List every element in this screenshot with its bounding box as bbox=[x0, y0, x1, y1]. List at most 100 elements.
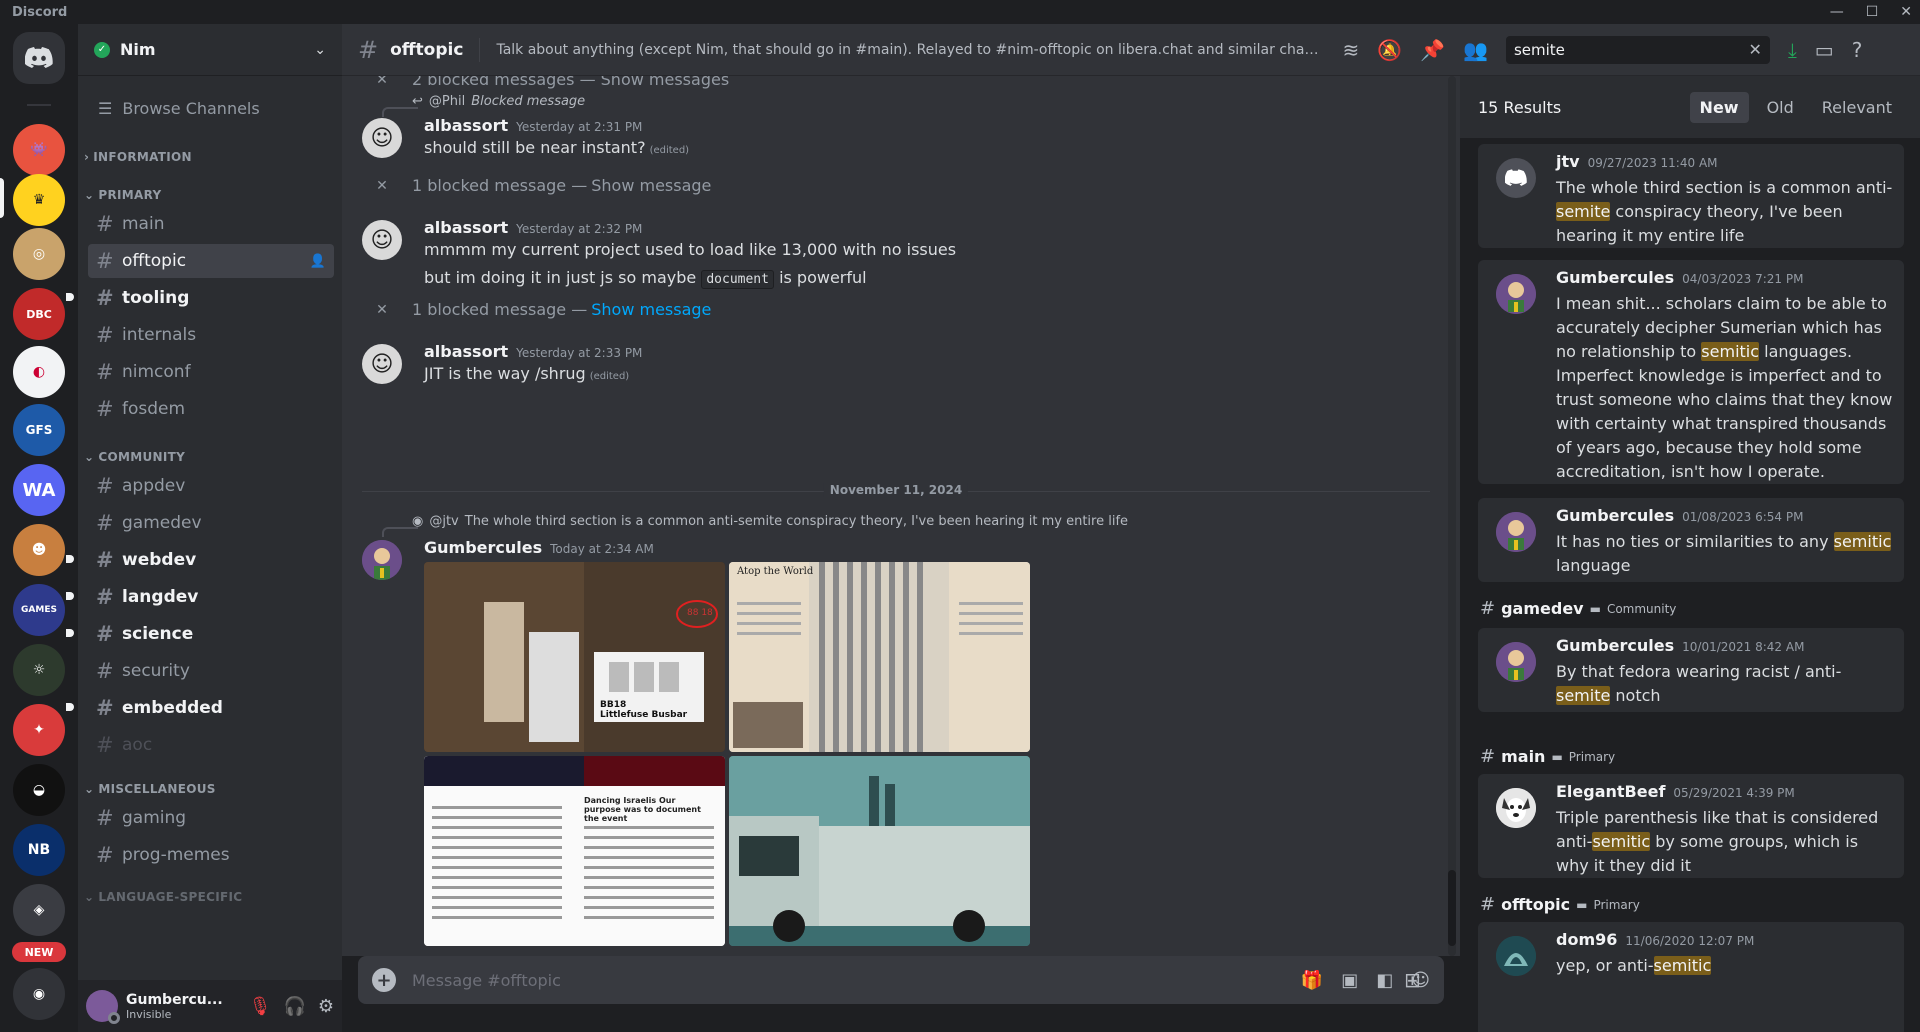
message-input[interactable]: Message #offtopic bbox=[412, 971, 1301, 990]
channel-langdev[interactable]: # langdev bbox=[66, 580, 334, 614]
search-result[interactable]: Gumbercules 01/08/2023 6:54 PM It has no … bbox=[1478, 498, 1904, 582]
blocked-text[interactable]: 2 blocked messages — Show messages bbox=[412, 76, 729, 89]
gif-icon[interactable]: ▣ bbox=[1341, 970, 1358, 991]
chat-scrollbar-thumb[interactable] bbox=[1448, 870, 1456, 946]
show-message-link[interactable]: Show message bbox=[591, 176, 711, 195]
channel-webdev[interactable]: # webdev bbox=[66, 543, 334, 577]
search-result[interactable]: ElegantBeef 05/29/2021 4:39 PM Triple par… bbox=[1478, 774, 1904, 878]
channel-nimconf[interactable]: # nimconf bbox=[88, 355, 334, 389]
sort-relevant-button[interactable]: Relevant bbox=[1812, 92, 1902, 123]
channel-topic[interactable]: Talk about anything (except Nim, that sh… bbox=[496, 42, 1326, 58]
gift-icon[interactable]: 🎁 bbox=[1301, 970, 1323, 991]
server-icon-10[interactable]: ☼ bbox=[13, 644, 65, 696]
avatar[interactable]: ☺ bbox=[362, 220, 402, 260]
browse-channels-button[interactable]: ☰ Browse Channels bbox=[86, 90, 334, 126]
sticker-icon[interactable]: ◧ bbox=[1376, 970, 1393, 991]
channel-main[interactable]: # main bbox=[88, 207, 334, 241]
reply-user[interactable]: @jtv bbox=[429, 514, 458, 529]
server-icon-nim[interactable]: ♛ bbox=[13, 174, 65, 226]
channel-appdev[interactable]: # appdev bbox=[88, 469, 334, 503]
clear-search-icon[interactable]: ✕ bbox=[1749, 40, 1762, 59]
attachment-image-1[interactable]: BB18 Littlefuse Busbar 88 18 bbox=[424, 562, 725, 752]
add-attachment-button[interactable]: + bbox=[372, 968, 396, 992]
search-result[interactable]: jtv 09/27/2023 11:40 AM The whole third s… bbox=[1478, 144, 1904, 248]
search-result[interactable]: Gumbercules 10/01/2021 8:42 AM By that fe… bbox=[1478, 628, 1904, 712]
threads-icon[interactable]: ≋ bbox=[1342, 38, 1359, 62]
avatar[interactable] bbox=[362, 540, 402, 580]
server-icon-14[interactable]: ◈ bbox=[13, 884, 65, 936]
close-icon[interactable]: ✕ bbox=[362, 76, 402, 88]
server-icon-8[interactable]: ☻ bbox=[13, 524, 65, 576]
close-window-button[interactable]: ✕ bbox=[1900, 4, 1912, 20]
show-message-link[interactable]: Show message bbox=[591, 300, 711, 319]
server-icon-3[interactable]: ◎ bbox=[13, 228, 65, 280]
category-information[interactable]: › INFORMATION bbox=[78, 148, 342, 166]
pin-icon[interactable]: 📌 bbox=[1420, 38, 1445, 62]
category-miscellaneous[interactable]: ⌄ MISCELLANEOUS bbox=[78, 780, 342, 798]
server-icon-5[interactable]: ◐ bbox=[13, 346, 65, 398]
help-icon[interactable]: ? bbox=[1852, 38, 1863, 62]
channel-offtopic[interactable]: # offtopic 👤 bbox=[88, 244, 334, 278]
channel-gaming[interactable]: # gaming bbox=[88, 801, 334, 835]
channel-tooling[interactable]: # tooling bbox=[66, 281, 334, 315]
headphones-muted-icon[interactable]: 🎧 bbox=[283, 996, 305, 1017]
server-icon-4[interactable]: DBC bbox=[13, 288, 65, 340]
user-name[interactable]: Gumbercu... bbox=[126, 992, 249, 1008]
channel-aoc[interactable]: # aoc bbox=[88, 728, 334, 762]
chat-scrollbar-track[interactable] bbox=[1448, 76, 1456, 956]
category-language-specific[interactable]: ⌄ LANGUAGE-SPECIFIC bbox=[78, 888, 342, 906]
server-icon-9[interactable]: GAMES bbox=[13, 584, 65, 636]
attachment-image-4[interactable] bbox=[729, 756, 1030, 946]
sort-new-button[interactable]: New bbox=[1689, 91, 1749, 123]
server-icon-11[interactable]: ✦ bbox=[13, 704, 65, 756]
server-icon-7[interactable]: WA bbox=[13, 464, 65, 516]
category-community[interactable]: ⌄ COMMUNITY bbox=[78, 448, 342, 466]
result-channel-group[interactable]: # offtopic ▬ Primary bbox=[1480, 894, 1640, 915]
home-button[interactable] bbox=[13, 32, 65, 84]
gear-icon[interactable]: ⚙ bbox=[318, 996, 334, 1017]
reply-user[interactable]: @Phil bbox=[429, 94, 465, 109]
channel-fosdem[interactable]: # fosdem bbox=[88, 392, 334, 426]
attachment-image-3[interactable]: Dancing Israelis Our purpose was to docu… bbox=[424, 756, 725, 946]
search-result[interactable]: Gumbercules 04/03/2023 7:21 PM I mean shi… bbox=[1478, 260, 1904, 484]
search-result[interactable]: dom96 11/06/2020 12:07 PM yep, or anti-se… bbox=[1478, 922, 1904, 1032]
category-primary[interactable]: ⌄ PRIMARY bbox=[78, 186, 342, 204]
server-icon-13[interactable]: NB bbox=[13, 824, 65, 876]
channel-embedded[interactable]: # embedded bbox=[66, 691, 334, 725]
message-author[interactable]: albassort bbox=[424, 342, 508, 361]
server-icon-12[interactable]: ◒ bbox=[13, 764, 65, 816]
member-list-icon[interactable]: 👥 bbox=[1463, 38, 1488, 62]
close-icon[interactable]: ✕ bbox=[362, 302, 402, 318]
result-channel-group[interactable]: # main ▬ Primary bbox=[1480, 746, 1615, 767]
message-author[interactable]: albassort bbox=[424, 116, 508, 135]
add-member-icon[interactable]: 👤 bbox=[310, 254, 326, 269]
maximize-button[interactable]: ☐ bbox=[1866, 4, 1879, 20]
download-icon[interactable]: ⤓ bbox=[1788, 38, 1797, 62]
channel-science[interactable]: # science bbox=[66, 617, 334, 651]
channel-prog-memes[interactable]: # prog-memes bbox=[88, 838, 334, 872]
server-icon-1[interactable]: 👾 bbox=[13, 124, 65, 176]
apps-icon[interactable]: ⊞ bbox=[1404, 968, 1421, 992]
close-icon[interactable]: ✕ bbox=[362, 178, 402, 194]
search-input[interactable]: semite ✕ bbox=[1505, 35, 1770, 64]
reply-reference[interactable]: ◉ @jtv The whole third section is a comm… bbox=[412, 514, 1128, 529]
channel-security[interactable]: # security bbox=[88, 654, 334, 688]
message-author[interactable]: Gumbercules bbox=[424, 538, 542, 557]
avatar[interactable] bbox=[86, 990, 120, 1024]
attachment-image-2[interactable]: Atop the World bbox=[729, 562, 1030, 752]
notification-muted-icon[interactable]: 🔕 bbox=[1377, 38, 1402, 62]
channel-gamedev[interactable]: # gamedev bbox=[88, 506, 334, 540]
minimize-button[interactable]: — bbox=[1830, 4, 1844, 20]
message-author[interactable]: albassort bbox=[424, 218, 508, 237]
avatar[interactable]: ☺ bbox=[362, 118, 402, 158]
explore-icon[interactable]: ◉ bbox=[13, 968, 65, 1020]
reply-reference[interactable]: ↩ @Phil Blocked message bbox=[412, 94, 585, 109]
inbox-icon[interactable]: ▭ bbox=[1815, 38, 1834, 62]
avatar[interactable]: ☺ bbox=[362, 344, 402, 384]
result-channel-group[interactable]: # gamedev ▬ Community bbox=[1480, 598, 1676, 619]
mic-muted-icon[interactable]: 🎙 bbox=[249, 996, 272, 1017]
channel-internals[interactable]: # internals bbox=[88, 318, 334, 352]
server-icon-6[interactable]: GFS bbox=[13, 404, 65, 456]
guild-header[interactable]: ✓ Nim ⌄ bbox=[78, 24, 342, 76]
sort-old-button[interactable]: Old bbox=[1757, 92, 1804, 123]
